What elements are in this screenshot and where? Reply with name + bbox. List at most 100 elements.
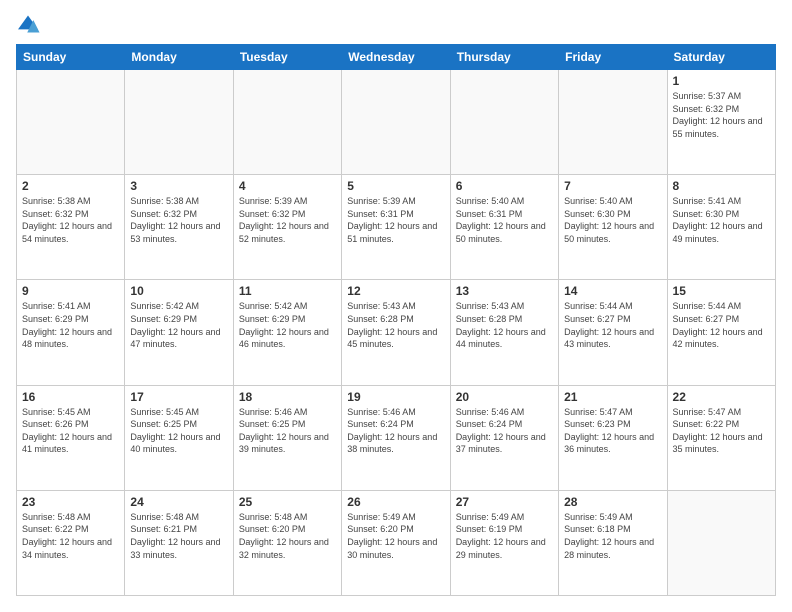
calendar-cell: 6 Sunrise: 5:40 AM Sunset: 6:31 PM Daylig… [450,175,558,280]
calendar-cell: 2 Sunrise: 5:38 AM Sunset: 6:32 PM Daylig… [17,175,125,280]
day-info: Sunrise: 5:42 AM Sunset: 6:29 PM Dayligh… [130,300,227,350]
calendar-cell: 15 Sunrise: 5:44 AM Sunset: 6:27 PM Dayli… [667,280,775,385]
day-info: Sunrise: 5:48 AM Sunset: 6:20 PM Dayligh… [239,511,336,561]
day-info: Sunrise: 5:44 AM Sunset: 6:27 PM Dayligh… [673,300,770,350]
calendar-cell: 8 Sunrise: 5:41 AM Sunset: 6:30 PM Daylig… [667,175,775,280]
day-info: Sunrise: 5:46 AM Sunset: 6:24 PM Dayligh… [347,406,444,456]
col-header-thursday: Thursday [450,45,558,70]
day-info: Sunrise: 5:38 AM Sunset: 6:32 PM Dayligh… [22,195,119,245]
day-number: 19 [347,390,444,404]
calendar-cell: 10 Sunrise: 5:42 AM Sunset: 6:29 PM Dayli… [125,280,233,385]
calendar-cell: 28 Sunrise: 5:49 AM Sunset: 6:18 PM Dayli… [559,490,667,595]
day-number: 1 [673,74,770,88]
calendar-cell [559,70,667,175]
day-number: 4 [239,179,336,193]
calendar-cell: 21Sunrise: 5:47 AM Sunset: 6:23 PM Dayli… [559,385,667,490]
calendar-cell [125,70,233,175]
calendar-cell [450,70,558,175]
calendar-cell: 23 Sunrise: 5:48 AM Sunset: 6:22 PM Dayli… [17,490,125,595]
day-info: Sunrise: 5:44 AM Sunset: 6:27 PM Dayligh… [564,300,661,350]
calendar-week-4: 23 Sunrise: 5:48 AM Sunset: 6:22 PM Dayli… [17,490,776,595]
day-number: 17 [130,390,227,404]
day-info: Sunrise: 5:38 AM Sunset: 6:32 PM Dayligh… [130,195,227,245]
calendar-cell [342,70,450,175]
calendar-cell: 4 Sunrise: 5:39 AM Sunset: 6:32 PM Daylig… [233,175,341,280]
day-info: Sunrise: 5:37 AM Sunset: 6:32 PM Dayligh… [673,90,770,140]
day-info: Sunrise: 5:48 AM Sunset: 6:22 PM Dayligh… [22,511,119,561]
day-info: Sunrise: 5:40 AM Sunset: 6:31 PM Dayligh… [456,195,553,245]
calendar-week-2: 9 Sunrise: 5:41 AM Sunset: 6:29 PM Daylig… [17,280,776,385]
day-number: 12 [347,284,444,298]
calendar-cell: 22 Sunrise: 5:47 AM Sunset: 6:22 PM Dayli… [667,385,775,490]
day-info: Sunrise: 5:46 AM Sunset: 6:24 PM Dayligh… [456,406,553,456]
calendar-cell: 27 Sunrise: 5:49 AM Sunset: 6:19 PM Dayli… [450,490,558,595]
day-info: Sunrise: 5:46 AM Sunset: 6:25 PM Dayligh… [239,406,336,456]
day-number: 28 [564,495,661,509]
day-number: 7 [564,179,661,193]
calendar-week-3: 16Sunrise: 5:45 AM Sunset: 6:26 PM Dayli… [17,385,776,490]
calendar-cell: 25 Sunrise: 5:48 AM Sunset: 6:20 PM Dayli… [233,490,341,595]
day-number: 6 [456,179,553,193]
day-info: Sunrise: 5:43 AM Sunset: 6:28 PM Dayligh… [456,300,553,350]
calendar-cell: 18 Sunrise: 5:46 AM Sunset: 6:25 PM Dayli… [233,385,341,490]
day-number: 25 [239,495,336,509]
calendar-cell: 20 Sunrise: 5:46 AM Sunset: 6:24 PM Dayli… [450,385,558,490]
day-number: 2 [22,179,119,193]
day-number: 14 [564,284,661,298]
day-number: 8 [673,179,770,193]
col-header-wednesday: Wednesday [342,45,450,70]
day-number: 5 [347,179,444,193]
calendar-cell: 16Sunrise: 5:45 AM Sunset: 6:26 PM Dayli… [17,385,125,490]
day-info: Sunrise: 5:41 AM Sunset: 6:29 PM Dayligh… [22,300,119,350]
day-number: 26 [347,495,444,509]
calendar-cell: 12 Sunrise: 5:43 AM Sunset: 6:28 PM Dayli… [342,280,450,385]
page: SundayMondayTuesdayWednesdayThursdayFrid… [0,0,792,612]
calendar-cell: 14 Sunrise: 5:44 AM Sunset: 6:27 PM Dayli… [559,280,667,385]
calendar-header-row: SundayMondayTuesdayWednesdayThursdayFrid… [17,45,776,70]
day-info: Sunrise: 5:39 AM Sunset: 6:31 PM Dayligh… [347,195,444,245]
day-info: Sunrise: 5:48 AM Sunset: 6:21 PM Dayligh… [130,511,227,561]
logo-icon [16,14,40,34]
day-info: Sunrise: 5:42 AM Sunset: 6:29 PM Dayligh… [239,300,336,350]
day-info: Sunrise: 5:39 AM Sunset: 6:32 PM Dayligh… [239,195,336,245]
col-header-monday: Monday [125,45,233,70]
day-number: 15 [673,284,770,298]
day-number: 3 [130,179,227,193]
day-number: 20 [456,390,553,404]
day-info: Sunrise: 5:43 AM Sunset: 6:28 PM Dayligh… [347,300,444,350]
calendar-cell: 3 Sunrise: 5:38 AM Sunset: 6:32 PM Daylig… [125,175,233,280]
day-number: 18 [239,390,336,404]
calendar-cell: 9 Sunrise: 5:41 AM Sunset: 6:29 PM Daylig… [17,280,125,385]
day-number: 23 [22,495,119,509]
day-info: Sunrise: 5:47 AM Sunset: 6:22 PM Dayligh… [673,406,770,456]
logo [16,16,44,36]
calendar-cell [17,70,125,175]
day-info: Sunrise: 5:40 AM Sunset: 6:30 PM Dayligh… [564,195,661,245]
day-info: Sunrise: 5:41 AM Sunset: 6:30 PM Dayligh… [673,195,770,245]
calendar-cell: 19 Sunrise: 5:46 AM Sunset: 6:24 PM Dayli… [342,385,450,490]
day-info: Sunrise: 5:49 AM Sunset: 6:18 PM Dayligh… [564,511,661,561]
day-info: Sunrise: 5:45 AM Sunset: 6:25 PM Dayligh… [130,406,227,456]
calendar-cell [233,70,341,175]
day-number: 16 [22,390,119,404]
day-number: 9 [22,284,119,298]
col-header-saturday: Saturday [667,45,775,70]
day-number: 24 [130,495,227,509]
col-header-friday: Friday [559,45,667,70]
calendar-week-1: 2 Sunrise: 5:38 AM Sunset: 6:32 PM Daylig… [17,175,776,280]
calendar-cell: 13 Sunrise: 5:43 AM Sunset: 6:28 PM Dayli… [450,280,558,385]
calendar-cell: 1 Sunrise: 5:37 AM Sunset: 6:32 PM Daylig… [667,70,775,175]
day-number: 10 [130,284,227,298]
day-number: 22 [673,390,770,404]
calendar-cell: 26 Sunrise: 5:49 AM Sunset: 6:20 PM Dayli… [342,490,450,595]
calendar-cell: 5 Sunrise: 5:39 AM Sunset: 6:31 PM Daylig… [342,175,450,280]
calendar-cell: 24 Sunrise: 5:48 AM Sunset: 6:21 PM Dayli… [125,490,233,595]
calendar-cell: 11Sunrise: 5:42 AM Sunset: 6:29 PM Dayli… [233,280,341,385]
header [16,16,776,36]
day-info: Sunrise: 5:49 AM Sunset: 6:20 PM Dayligh… [347,511,444,561]
day-number: 27 [456,495,553,509]
col-header-tuesday: Tuesday [233,45,341,70]
calendar-cell: 7 Sunrise: 5:40 AM Sunset: 6:30 PM Daylig… [559,175,667,280]
day-number: 13 [456,284,553,298]
day-info: Sunrise: 5:49 AM Sunset: 6:19 PM Dayligh… [456,511,553,561]
